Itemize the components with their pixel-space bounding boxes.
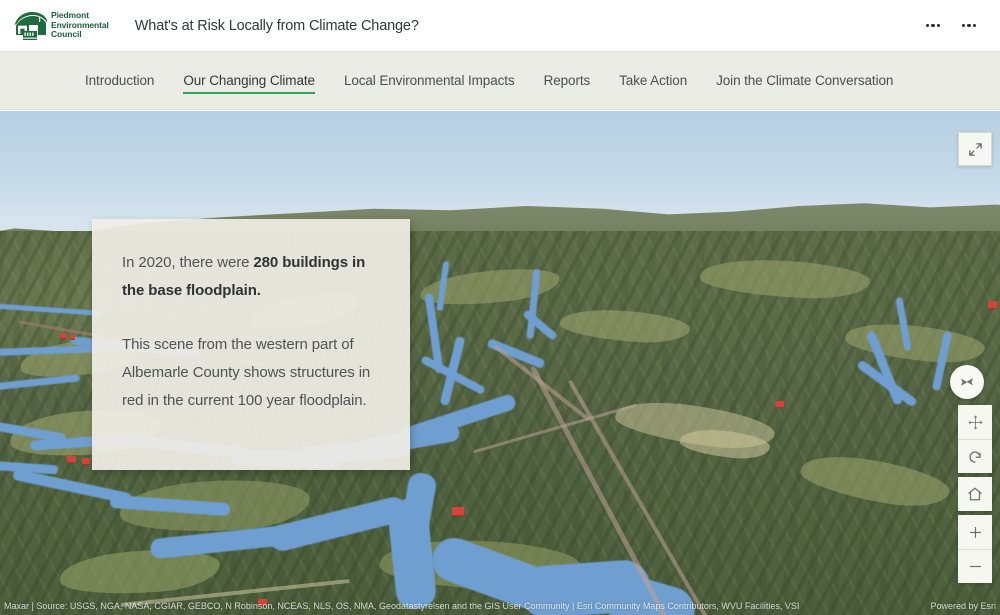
zoom-in-button[interactable] — [958, 515, 992, 549]
nav-item-join-the-climate-conversation[interactable]: Join the Climate Conversation — [716, 69, 893, 93]
zoom-control-stack — [958, 515, 992, 583]
nav-item-local-environmental-impacts[interactable]: Local Environmental Impacts — [344, 69, 515, 93]
climate-story-map-app: Piedmont Environmental Council What's at… — [0, 0, 1000, 615]
rotate-icon — [969, 450, 981, 463]
expand-fullscreen-button[interactable] — [958, 132, 992, 166]
main-navigation: Introduction Our Changing Climate Local … — [0, 52, 1000, 110]
zoom-out-button[interactable] — [958, 549, 992, 583]
home-button[interactable] — [958, 477, 992, 511]
dot — [973, 23, 977, 28]
piedmont-environmental-council-emblem-icon — [15, 11, 47, 40]
page-title: What's at Risk Locally from Climate Chan… — [134, 17, 419, 34]
floodplain-building-marker[interactable] — [452, 507, 464, 515]
floodplain-building-marker[interactable] — [70, 335, 75, 339]
overflow-menu-primary-button[interactable] — [918, 11, 948, 41]
nav-item-our-changing-climate[interactable]: Our Changing Climate — [183, 69, 315, 94]
dot — [937, 23, 941, 28]
app-header: Piedmont Environmental Council What's at… — [0, 0, 1000, 52]
attribution-powered-by: Powered by Esri — [930, 601, 996, 611]
compass-button[interactable] — [950, 365, 984, 399]
pan-button[interactable] — [958, 405, 992, 439]
dot — [925, 23, 929, 28]
floodplain-building-marker[interactable] — [988, 301, 997, 308]
floodplain-building-marker[interactable] — [60, 333, 67, 338]
logo-line-3: Council — [51, 29, 82, 40]
dot — [961, 23, 965, 28]
compass-icon — [961, 378, 973, 386]
floodplain-building-marker[interactable] — [67, 456, 76, 462]
floodplain-building-marker[interactable] — [82, 458, 90, 464]
attribution-sources: Maxar | Source: USGS, NGA, NASA, CGIAR, … — [4, 601, 800, 611]
nav-item-take-action[interactable]: Take Action — [619, 69, 687, 93]
logo-text-block: Piedmont Environmental Council — [51, 11, 109, 40]
pan-icon — [967, 414, 983, 430]
map-scene-3d[interactable]: In 2020, there were 280 buildings in the… — [0, 111, 1000, 615]
navigation-control-stack — [958, 405, 992, 473]
dot — [931, 23, 935, 28]
home-icon — [968, 487, 982, 501]
minus-icon — [969, 565, 981, 568]
panel-paragraph-1: In 2020, there were 280 buildings in the… — [122, 249, 380, 305]
panel-paragraph-1-lead: In 2020, there were — [122, 254, 254, 271]
panel-spacer — [122, 305, 380, 331]
dot — [967, 23, 971, 28]
map-attribution: Maxar | Source: USGS, NGA, NASA, CGIAR, … — [0, 599, 1000, 615]
logo[interactable]: Piedmont Environmental Council — [14, 11, 109, 41]
story-text-panel: In 2020, there were 280 buildings in the… — [92, 219, 410, 470]
overflow-menu-secondary-button[interactable] — [954, 11, 984, 41]
home-control-stack — [958, 477, 992, 511]
nav-item-reports[interactable]: Reports — [544, 69, 591, 93]
nav-item-introduction[interactable]: Introduction — [85, 69, 154, 93]
expand-icon — [968, 142, 982, 156]
floodplain-building-marker[interactable] — [776, 401, 784, 407]
rotate-button[interactable] — [958, 439, 992, 473]
panel-paragraph-2: This scene from the western part of Albe… — [122, 336, 371, 409]
plus-icon — [969, 526, 981, 538]
